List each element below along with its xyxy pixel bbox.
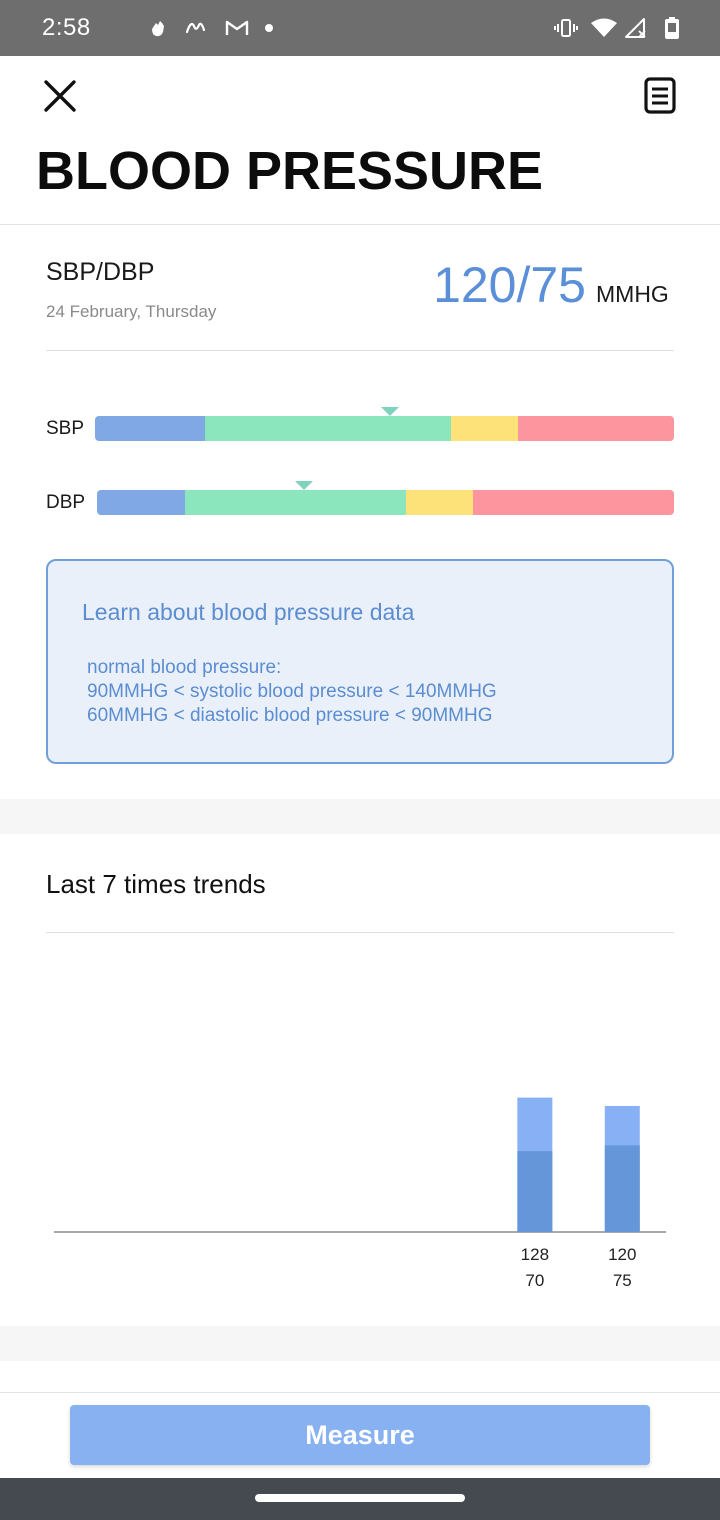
chart-tick-label: 75 bbox=[613, 1271, 632, 1290]
dot-icon bbox=[265, 24, 273, 32]
dbp-segment-high bbox=[473, 490, 674, 515]
info-line: normal blood pressure: bbox=[87, 657, 282, 678]
chart-bar-dbp bbox=[517, 1151, 553, 1232]
status-bar: 2:58 bbox=[0, 0, 720, 56]
measure-button[interactable]: Measure bbox=[70, 1405, 650, 1465]
sbp-label: SBP bbox=[46, 418, 85, 439]
reading-unit: MMHG bbox=[596, 281, 669, 307]
dbp-range-bar bbox=[97, 490, 674, 515]
sbp-segment-low bbox=[95, 416, 205, 441]
page-title: BLOOD PRESSURE bbox=[36, 141, 544, 201]
chart-tick-label: 120 bbox=[608, 1245, 636, 1264]
gmail-icon bbox=[225, 20, 249, 35]
dbp-segment-normal bbox=[184, 490, 407, 515]
reading-label: SBP/DBP bbox=[46, 258, 155, 286]
info-title: Learn about blood pressure data bbox=[82, 599, 415, 625]
trend-chart: 128 70 120 75 bbox=[54, 1097, 666, 1290]
dbp-label: DBP bbox=[46, 492, 86, 513]
header-divider bbox=[0, 224, 720, 225]
info-box[interactable]: Learn about blood pressure data normal b… bbox=[46, 559, 674, 764]
trend-divider bbox=[46, 932, 674, 933]
section-separator bbox=[0, 1326, 720, 1361]
info-line: 60MMHG < diastolic blood pressure < 90MM… bbox=[87, 705, 493, 726]
close-icon[interactable] bbox=[40, 76, 80, 116]
document-icon[interactable] bbox=[640, 76, 680, 116]
info-line: 90MMHG < systolic blood pressure < 140MM… bbox=[87, 681, 497, 702]
hand-icon bbox=[152, 21, 164, 37]
sbp-segment-normal bbox=[205, 416, 452, 441]
wifi-icon bbox=[591, 18, 617, 37]
dbp-segment-elevated bbox=[406, 490, 474, 515]
home-indicator[interactable] bbox=[255, 1494, 465, 1502]
dbp-marker bbox=[294, 481, 313, 490]
bottom-divider bbox=[0, 1392, 720, 1393]
scribble-icon bbox=[185, 22, 206, 34]
reading-divider bbox=[46, 350, 674, 351]
section-separator bbox=[0, 799, 720, 834]
sbp-marker bbox=[381, 407, 400, 416]
sbp-range-bar bbox=[95, 416, 674, 441]
navigation-bar bbox=[0, 1478, 720, 1520]
vibrate-icon bbox=[554, 19, 578, 37]
battery-icon bbox=[665, 17, 679, 39]
signal-icon bbox=[625, 18, 646, 38]
status-time: 2:58 bbox=[42, 14, 91, 41]
dbp-segment-low bbox=[97, 490, 185, 515]
sbp-segment-high bbox=[517, 416, 674, 441]
sbp-segment-elevated bbox=[451, 416, 518, 441]
reading-value: 120/75 bbox=[433, 257, 586, 313]
chart-tick-label: 128 bbox=[521, 1245, 549, 1264]
chart-tick-label: 70 bbox=[525, 1271, 544, 1290]
reading-date: 24 February, Thursday bbox=[46, 302, 217, 321]
chart-bar-dbp bbox=[604, 1145, 640, 1232]
trend-title: Last 7 times trends bbox=[46, 869, 266, 899]
